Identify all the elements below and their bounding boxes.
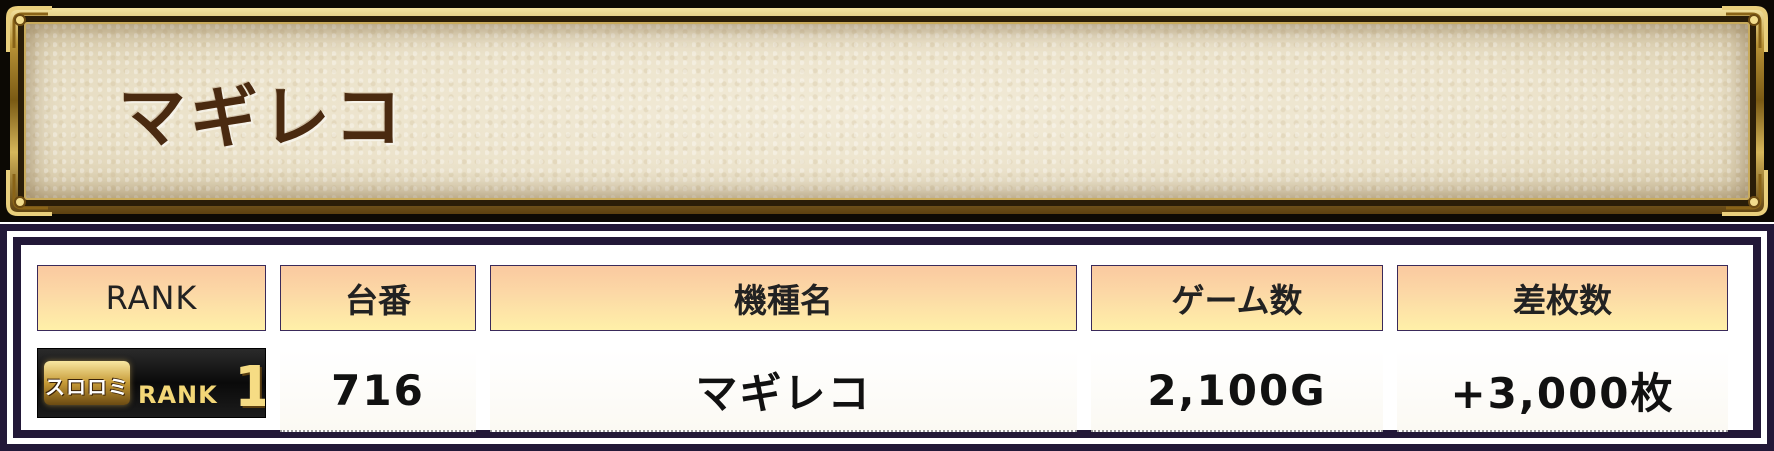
ornament-corner-icon [4,166,56,218]
cell-model-name: マギレコ [490,350,1077,432]
ornament-corner-icon [1718,4,1770,56]
header-rank: RANK [37,265,266,331]
cell-games: 2,100G [1091,350,1383,432]
cell-difference: +3,000枚 [1397,350,1728,432]
rank-badge-number: 1 [234,355,265,417]
header-games: ゲーム数 [1091,265,1383,331]
page-title: マギレコ [118,79,407,158]
logo-text: スロロミ [45,375,129,399]
rank-badge: スロロミ RANK 1 [37,348,266,418]
header-difference: 差枚数 [1397,265,1728,331]
ranking-table: RANK 台番 機種名 ゲーム数 差枚数 スロロミ RANK 1 716 マギレ… [0,224,1774,451]
header-machine-number: 台番 [280,265,476,331]
ornament-corner-icon [1718,166,1770,218]
ornament-corner-icon [4,4,56,56]
title-banner: マギレコ [0,0,1774,222]
rank-badge-word: RANK [138,381,218,409]
header-model-name: 機種名 [490,265,1077,331]
cell-machine-number: 716 [280,350,476,432]
sloromi-logo-icon: スロロミ [44,361,130,405]
